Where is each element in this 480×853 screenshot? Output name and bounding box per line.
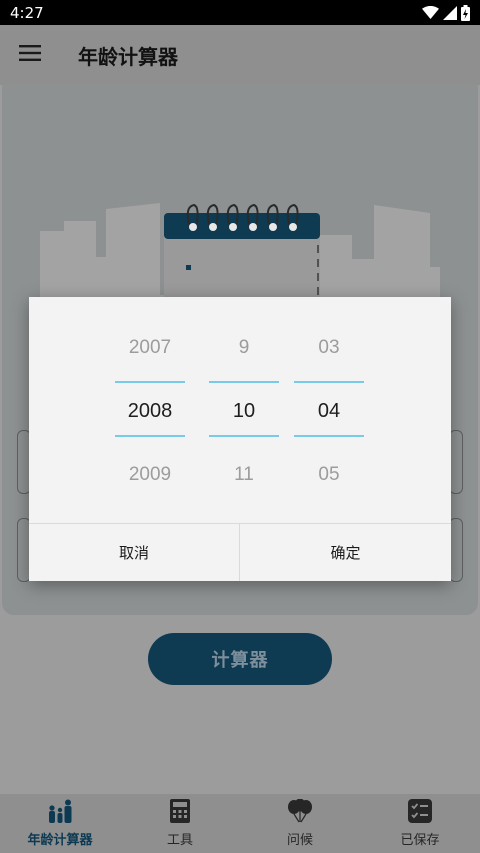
year-prev[interactable]: 2007 [115, 337, 185, 359]
month-next[interactable]: 11 [209, 464, 279, 486]
nav-label-saved: 已保存 [400, 833, 440, 848]
day-selected[interactable]: 04 [294, 400, 364, 423]
date-picker-dialog: 2007 2008 2009 9 10 11 03 04 05 取消 确定 [29, 297, 451, 581]
day-selection-line-bottom [294, 435, 364, 437]
day-next[interactable]: 05 [294, 464, 364, 486]
day-prev[interactable]: 03 [294, 337, 364, 359]
nav-label-tools: 工具 [166, 833, 193, 848]
menu-button[interactable] [2, 27, 58, 83]
family-icon [45, 799, 75, 827]
year-next[interactable]: 2009 [115, 464, 185, 486]
year-selection-line-bottom [115, 435, 185, 437]
todaydate-field-edge-right[interactable] [449, 518, 463, 582]
battery-charging-icon [461, 4, 470, 21]
year-selected[interactable]: 2008 [115, 400, 185, 423]
birthdate-field-edge-right[interactable] [449, 430, 463, 494]
status-bar: 4:27 [0, 0, 480, 25]
balloons-icon [287, 798, 313, 827]
calculate-button[interactable]: 计算器 [148, 633, 332, 685]
nav-item-age-calculator[interactable]: 年龄计算器 [0, 794, 120, 853]
cancel-button[interactable]: 取消 [29, 524, 239, 581]
status-time: 4:27 [10, 3, 44, 22]
calculator-icon [170, 799, 190, 827]
nav-label-greetings: 问候 [286, 833, 313, 848]
signal-icon [443, 5, 457, 20]
app-bar: 年龄计算器 [0, 25, 480, 85]
month-picker[interactable]: 9 10 11 [209, 297, 279, 523]
bottom-nav: 年龄计算器 工具 问候 已保存 [0, 794, 480, 853]
status-icons [422, 4, 470, 21]
month-selection-line-top [209, 381, 279, 383]
menu-icon [19, 45, 41, 65]
confirm-button[interactable]: 确定 [240, 524, 451, 581]
month-selected[interactable]: 10 [209, 400, 279, 423]
nav-item-tools[interactable]: 工具 [120, 794, 240, 853]
year-selection-line-top [115, 381, 185, 383]
day-selection-line-top [294, 381, 364, 383]
nav-item-greetings[interactable]: 问候 [240, 794, 360, 853]
nav-item-saved[interactable]: 已保存 [360, 794, 480, 853]
day-picker[interactable]: 03 04 05 [294, 297, 364, 523]
year-picker[interactable]: 2007 2008 2009 [115, 297, 185, 523]
checklist-icon [408, 799, 432, 827]
wifi-icon [422, 5, 439, 20]
page-title: 年龄计算器 [78, 44, 178, 69]
month-prev[interactable]: 9 [209, 337, 279, 359]
nav-label-age-calculator: 年龄计算器 [27, 833, 93, 848]
month-selection-line-bottom [209, 435, 279, 437]
